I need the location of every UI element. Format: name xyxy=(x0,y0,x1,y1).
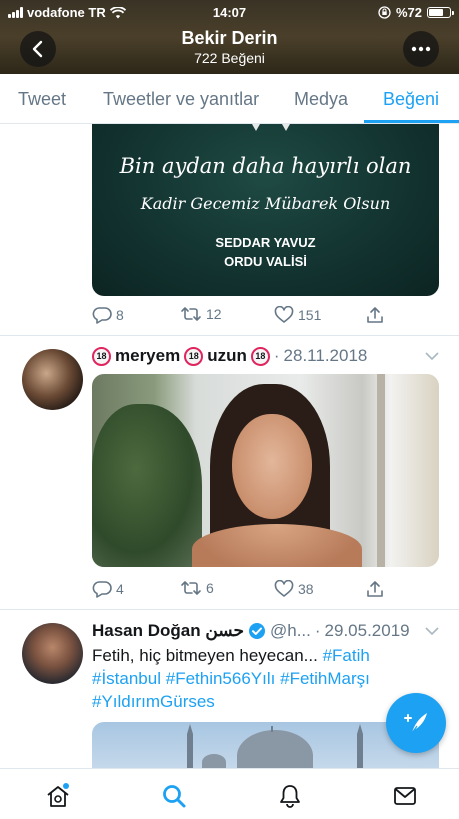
image-text-line2: Kadir Gecemiz Mübarek Olsun xyxy=(140,194,391,213)
tweet-image[interactable] xyxy=(92,374,439,567)
status-right: %72 xyxy=(378,5,454,20)
tab-media[interactable]: Medya xyxy=(294,89,348,110)
verified-icon xyxy=(248,623,265,639)
notifications-icon xyxy=(280,785,300,808)
profile-title: Bekir Derin 722 Beğeni xyxy=(0,28,459,66)
like-icon xyxy=(274,306,294,323)
battery-icon xyxy=(427,7,454,18)
retweet-count: 12 xyxy=(206,306,222,322)
tweet-header: Hasan Doğan حسن @h... · 29.05.2019 xyxy=(92,621,439,641)
retweet-count: 6 xyxy=(206,580,214,596)
hashtag[interactable]: #Fatih xyxy=(323,646,370,665)
tweet-actions: 4 6 38 xyxy=(92,580,439,600)
photo-face xyxy=(232,414,312,519)
author-name[interactable]: Hasan Doğan حسن xyxy=(92,621,244,641)
tweet-header: 18 meryem 18 uzun 18 · 28.11.2018 xyxy=(92,346,439,366)
battery-percent: %72 xyxy=(395,5,422,20)
nav-home[interactable] xyxy=(45,783,69,807)
bottom-navigation xyxy=(0,768,459,819)
more-icon xyxy=(411,46,431,52)
image-signature-name: SEDDAR YAVUZ xyxy=(215,235,316,250)
like-button[interactable]: 38 xyxy=(274,580,314,598)
hashtag[interactable]: #FetihMarşı xyxy=(280,669,370,688)
photo-window-frame xyxy=(377,374,385,567)
tweet-body: Fetih, hiç bitmeyen heyecan... xyxy=(92,646,318,665)
profile-header: vodafone TR 14:07 %72 Bekir Derin 722 Be… xyxy=(0,0,459,74)
tweet-date[interactable]: 28.11.2018 xyxy=(284,346,368,366)
reply-icon xyxy=(92,307,112,324)
separator-dot: · xyxy=(314,621,321,640)
hashtag[interactable]: #İstanbul xyxy=(92,669,161,688)
home-icon xyxy=(47,783,69,807)
photo-tree xyxy=(92,404,202,567)
more-button[interactable] xyxy=(403,31,439,67)
retweet-icon xyxy=(181,581,201,595)
nav-notifications[interactable] xyxy=(277,783,301,808)
age-restricted-badge-icon: 18 xyxy=(92,346,111,366)
profile-name: Bekir Derin xyxy=(181,28,278,48)
tweet-item[interactable]: 18 meryem 18 uzun 18 · 28.11.2018 4 6 38 xyxy=(0,336,459,610)
compose-tweet-button[interactable] xyxy=(386,693,446,753)
likes-count: 722 Beğeni xyxy=(194,50,265,66)
reply-button[interactable]: 8 xyxy=(92,306,124,324)
orientation-lock-icon xyxy=(378,6,391,19)
like-button[interactable]: 151 xyxy=(274,306,321,324)
chevron-down-icon[interactable] xyxy=(425,352,439,361)
tab-tweets-and-replies[interactable]: Tweetler ve yanıtlar xyxy=(103,89,259,110)
status-bar: vodafone TR 14:07 %72 xyxy=(0,5,459,23)
tab-tweets[interactable]: Tweet xyxy=(18,89,66,110)
lantern-decoration-icon xyxy=(252,124,290,131)
image-text-line1: Bin aydan daha hayırlı olan xyxy=(119,154,412,178)
photo-shoulders xyxy=(192,524,362,567)
author-name-part1[interactable]: meryem xyxy=(115,346,180,366)
nav-messages[interactable] xyxy=(392,783,416,807)
share-icon xyxy=(367,581,383,597)
image-signature-title: ORDU VALİSİ xyxy=(224,254,307,269)
age-restricted-badge-icon: 18 xyxy=(250,346,270,366)
search-icon xyxy=(163,785,186,808)
age-restricted-badge-icon: 18 xyxy=(184,346,204,366)
nav-search[interactable] xyxy=(161,783,186,808)
retweet-icon xyxy=(181,307,201,321)
avatar[interactable] xyxy=(22,349,83,410)
separator-dot: · xyxy=(273,346,280,365)
reply-button[interactable]: 4 xyxy=(92,580,124,598)
tweet-image[interactable]: Bin aydan daha hayırlı olan Kadir Gecemi… xyxy=(92,124,439,296)
tweet-item[interactable]: Bin aydan daha hayırlı olan Kadir Gecemi… xyxy=(0,124,459,336)
hashtag[interactable]: #YıldırımGürses xyxy=(92,692,215,711)
like-count: 38 xyxy=(298,581,314,597)
compose-icon xyxy=(404,713,427,734)
retweet-button[interactable]: 6 xyxy=(180,580,214,596)
author-name-part2[interactable]: uzun xyxy=(207,346,247,366)
active-tab-indicator xyxy=(364,120,459,123)
like-icon xyxy=(274,580,294,597)
tweet-item[interactable]: Hasan Doğan حسن @h... · 29.05.2019 Fetih… xyxy=(0,610,459,768)
reply-count: 4 xyxy=(116,581,124,597)
tab-likes[interactable]: Beğeni xyxy=(383,89,439,110)
chevron-down-icon[interactable] xyxy=(425,627,439,636)
reply-count: 8 xyxy=(116,307,124,323)
like-count: 151 xyxy=(298,307,322,323)
retweet-button[interactable]: 12 xyxy=(180,306,222,322)
avatar[interactable] xyxy=(22,623,83,684)
share-icon xyxy=(367,307,383,323)
share-button[interactable] xyxy=(366,306,384,324)
messages-icon xyxy=(394,787,416,805)
tweet-text: Fetih, hiç bitmeyen heyecan... #Fatih #İ… xyxy=(92,644,412,713)
hashtag[interactable]: #Fethin566Yılı xyxy=(166,669,276,688)
tweet-actions: 8 12 151 xyxy=(92,306,439,326)
profile-tabs: Tweet Tweetler ve yanıtlar Medya Beğeni xyxy=(0,74,459,124)
share-button[interactable] xyxy=(366,580,384,598)
reply-icon xyxy=(92,581,112,598)
author-handle[interactable]: @h... xyxy=(270,621,311,641)
tweet-date[interactable]: 29.05.2019 xyxy=(325,621,410,641)
